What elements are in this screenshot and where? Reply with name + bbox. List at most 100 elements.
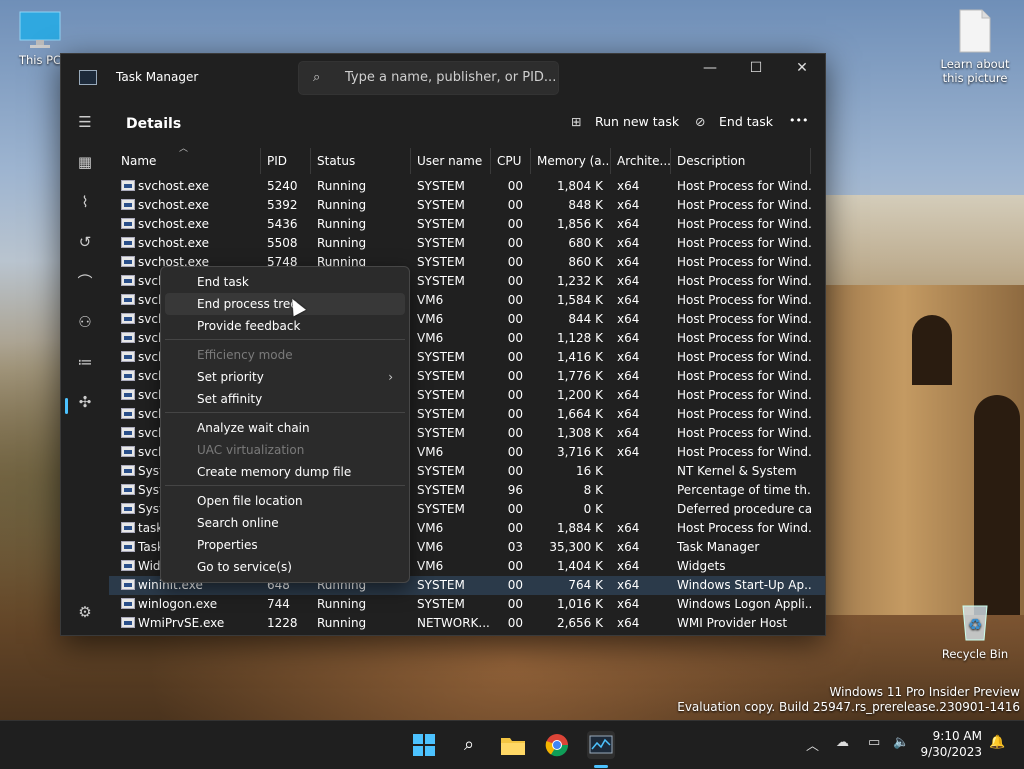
- menu-item-set-priority[interactable]: Set priority ›: [165, 366, 405, 388]
- processes-icon[interactable]: ▦: [73, 150, 97, 174]
- col-architecture-cell: x64: [617, 331, 640, 345]
- col-cpu-cell: 00: [507, 445, 523, 459]
- col-description-cell: Task Manager: [677, 540, 760, 554]
- col-memory-cell: 1,664 K: [556, 407, 603, 421]
- col-user-name-cell: SYSTEM: [417, 578, 465, 592]
- col-user-name-cell: SYSTEM: [417, 388, 465, 402]
- col-cpu-cell: 96: [507, 483, 523, 497]
- process-icon: [121, 484, 135, 495]
- windows-logo-icon: [413, 734, 435, 756]
- menu-item-provide-feedback[interactable]: Provide feedback: [165, 315, 405, 337]
- start-button[interactable]: [410, 731, 438, 759]
- process-icon: [121, 275, 135, 286]
- task-manager-taskbar-icon[interactable]: [587, 731, 615, 759]
- chrome-icon[interactable]: [543, 731, 571, 759]
- more-options-button[interactable]: •••: [789, 114, 808, 127]
- column-header-architecture[interactable]: Archite...: [611, 148, 671, 174]
- desktop-icon-learn-about-picture[interactable]: Learn about this picture: [930, 8, 1020, 85]
- col-architecture-cell: x64: [617, 521, 640, 535]
- table-row[interactable]: svchost.exe 5508 Running SYSTEM 00 680 K x64 Ho…: [109, 234, 825, 253]
- run-new-task-button[interactable]: ⊞ Run new task: [571, 114, 679, 129]
- recycle-bin-icon: ♻: [962, 605, 988, 641]
- performance-icon[interactable]: ⌇: [73, 190, 97, 214]
- col-user-name-cell: SYSTEM: [417, 198, 465, 212]
- process-icon: [121, 332, 135, 343]
- col-pid-cell: 5392: [267, 198, 298, 212]
- menu-item-properties[interactable]: Properties: [165, 534, 405, 556]
- menu-item-set-affinity[interactable]: Set affinity: [165, 388, 405, 410]
- file-explorer-icon[interactable]: [499, 731, 527, 759]
- col-description-cell: Host Process for Wind...: [677, 331, 811, 345]
- column-header-user-name[interactable]: User name: [411, 148, 491, 174]
- settings-gear-icon[interactable]: ⚙: [73, 600, 97, 624]
- col-description-cell: Host Process for Wind...: [677, 274, 811, 288]
- col-user-name-cell: SYSTEM: [417, 464, 465, 478]
- column-header-pid[interactable]: PID: [261, 148, 311, 174]
- col-architecture-cell: x64: [617, 293, 640, 307]
- col-description-cell: Windows Start-Up Ap...: [677, 578, 811, 592]
- col-user-name-cell: SYSTEM: [417, 179, 465, 193]
- col-user-name-cell: VM6: [417, 521, 444, 535]
- startup-apps-icon[interactable]: ⌒: [73, 270, 97, 294]
- search-input[interactable]: ⌕ Type a name, publisher, or PID...: [298, 61, 559, 95]
- process-icon: [121, 294, 135, 305]
- col-description-cell: Host Process for Wind...: [677, 217, 811, 231]
- table-row[interactable]: svchost.exe 5392 Running SYSTEM 00 848 K x64 Ho…: [109, 196, 825, 215]
- details-icon[interactable]: ≔: [73, 350, 97, 374]
- column-header-status[interactable]: Status: [311, 148, 411, 174]
- show-hidden-icons-chevron-icon[interactable]: ︿: [806, 735, 819, 754]
- table-row[interactable]: winlogon.exe 744 Running SYSTEM 00 1,016 K x64…: [109, 595, 825, 614]
- onedrive-icon[interactable]: ☁: [836, 735, 849, 750]
- col-pid-cell: 744: [267, 597, 290, 611]
- col-cpu-cell: 00: [507, 464, 523, 478]
- table-row[interactable]: svchost.exe 5240 Running SYSTEM 00 1,804 K x64…: [109, 177, 825, 196]
- col-status-cell: Running: [317, 597, 367, 611]
- col-architecture-cell: x64: [617, 369, 640, 383]
- menu-item-create-memory-dump-file[interactable]: Create memory dump file: [165, 461, 405, 483]
- users-icon[interactable]: ⚇: [73, 310, 97, 334]
- col-user-name-cell: SYSTEM: [417, 407, 465, 421]
- column-header-cpu[interactable]: CPU: [491, 148, 531, 174]
- col-cpu-cell: 00: [507, 236, 523, 250]
- hamburger-menu-icon[interactable]: ☰: [73, 110, 97, 134]
- col-description-cell: Host Process for Wind...: [677, 236, 811, 250]
- menu-item-end-process-tree[interactable]: End process tree: [165, 293, 405, 315]
- app-history-icon[interactable]: ↺: [73, 230, 97, 254]
- menu-item-analyze-wait-chain[interactable]: Analyze wait chain: [165, 417, 405, 439]
- column-header-memory[interactable]: Memory (a...: [531, 148, 611, 174]
- end-task-button[interactable]: ⊘ End task: [695, 114, 773, 129]
- notification-bell-icon[interactable]: 🔔: [989, 735, 1005, 750]
- table-row[interactable]: svchost.exe 5436 Running SYSTEM 00 1,856 K x64…: [109, 215, 825, 234]
- column-header-description[interactable]: Description: [671, 148, 811, 174]
- col-memory-cell: 8 K: [583, 483, 603, 497]
- col-memory-cell: 1,584 K: [556, 293, 603, 307]
- col-description-cell: Host Process for Wind...: [677, 293, 811, 307]
- menu-item-end-task[interactable]: End task: [165, 271, 405, 293]
- col-pid-cell: 5240: [267, 179, 298, 193]
- search-taskbar-icon[interactable]: ⌕: [455, 731, 483, 759]
- col-user-name-cell: VM6: [417, 331, 444, 345]
- menu-item-open-file-location[interactable]: Open file location: [165, 490, 405, 512]
- process-icon: [121, 617, 135, 628]
- svg-text:♻: ♻: [968, 615, 982, 634]
- volume-muted-icon[interactable]: 🔈: [893, 735, 909, 750]
- process-icon: [121, 370, 135, 381]
- minimize-button[interactable]: —: [687, 54, 733, 84]
- table-row[interactable]: WmiPrvSE.exe 1228 Running NETWORK... 00 2,656…: [109, 614, 825, 633]
- col-architecture-cell: [611, 481, 671, 500]
- title-bar[interactable]: Task Manager ⌕ Type a name, publisher, o…: [61, 54, 825, 100]
- col-memory-cell: 1,856 K: [556, 217, 603, 231]
- maximize-button[interactable]: ☐: [733, 54, 779, 84]
- col-description-cell: Widgets: [677, 559, 726, 573]
- desktop-icon-recycle-bin[interactable]: ♻ Recycle Bin: [930, 598, 1020, 661]
- system-clock[interactable]: 9:10 AM 9/30/2023: [912, 728, 982, 760]
- menu-item-search-online[interactable]: Search online: [165, 512, 405, 534]
- services-icon[interactable]: ✣: [73, 390, 97, 414]
- process-icon: [121, 389, 135, 400]
- col-cpu-cell: 00: [507, 502, 523, 516]
- col-user-name-cell: SYSTEM: [417, 502, 465, 516]
- menu-item-go-to-services[interactable]: Go to service(s): [165, 556, 405, 578]
- close-button[interactable]: ✕: [779, 54, 825, 84]
- network-icon[interactable]: ▭: [868, 735, 880, 750]
- col-name-cell: winlogon.exe: [115, 595, 261, 614]
